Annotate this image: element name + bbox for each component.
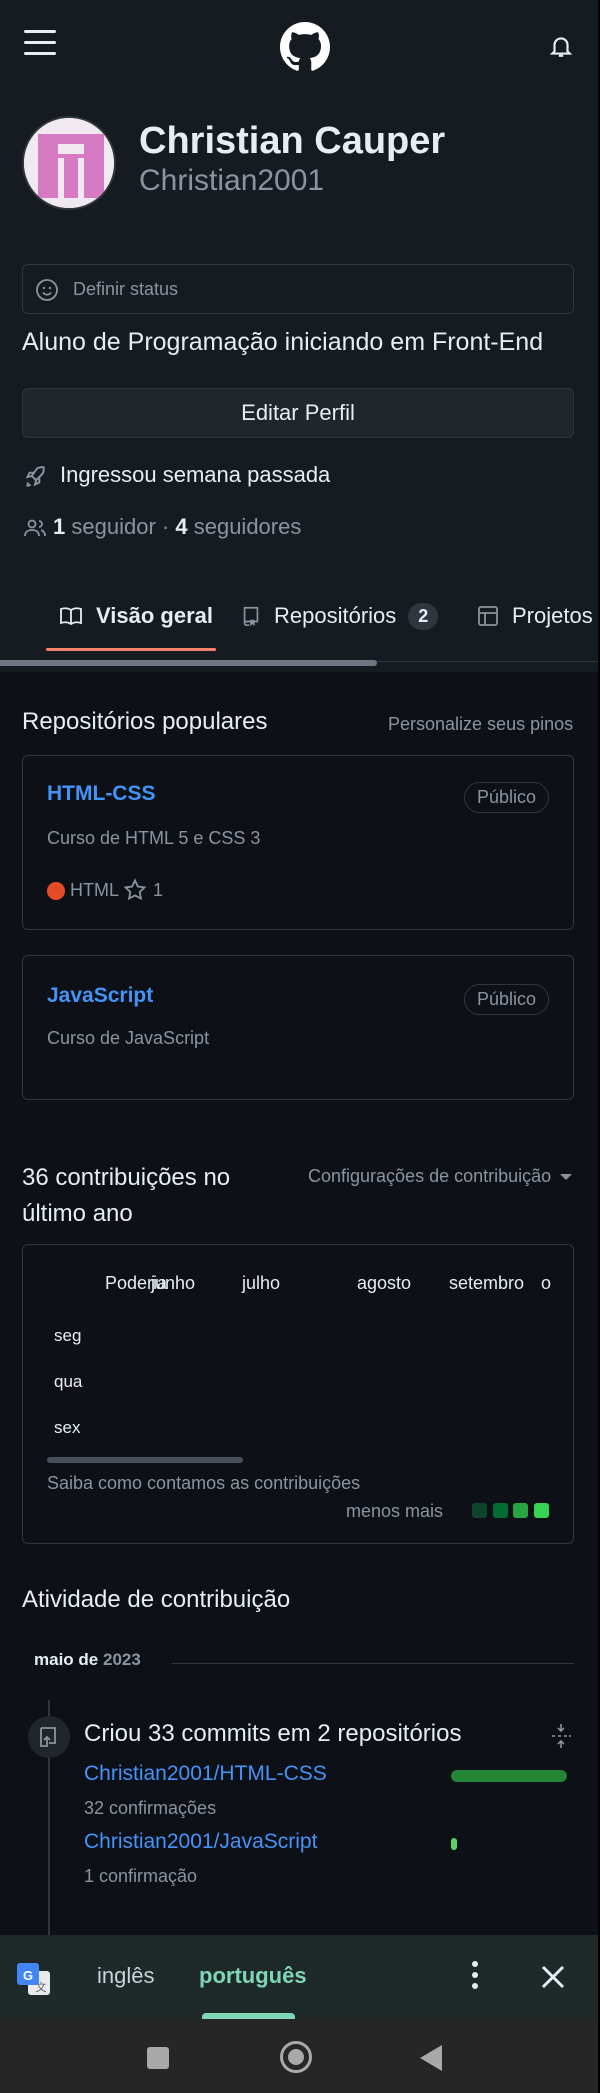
activity-commit-count: 32 confirmações xyxy=(84,1798,217,1818)
legend-square xyxy=(534,1503,549,1518)
customize-pins-link[interactable]: Personalize seus pinos xyxy=(388,714,573,735)
repo-push-icon xyxy=(28,1716,70,1758)
popular-repos-title: Repositórios populares xyxy=(22,708,268,735)
tab-overview[interactable]: Visão geral xyxy=(58,580,213,652)
repo-card-html-css: HTML-CSS Público Curso de HTML 5 e CSS 3… xyxy=(22,755,574,930)
separator: · xyxy=(161,514,170,539)
activity-title: Atividade de contribuição xyxy=(22,1586,291,1613)
tab-projects[interactable]: Projetos xyxy=(476,580,593,652)
table-icon xyxy=(478,606,498,626)
set-status-button[interactable]: Definir status xyxy=(22,264,574,314)
commit-share-bar xyxy=(451,1838,457,1850)
month-label: agosto xyxy=(357,1273,412,1293)
people-icon xyxy=(24,519,46,537)
contribution-calendar: Poderia junho julho agosto setembro o se… xyxy=(22,1244,574,1544)
commits-summary: Criou 33 commits em 2 repositórios xyxy=(84,1720,462,1747)
calendar-scrollbar[interactable] xyxy=(47,1457,243,1463)
activity-repo-link[interactable]: Christian2001/HTML-CSS xyxy=(84,1762,327,1786)
repo-name-link[interactable]: JavaScript xyxy=(47,984,153,1008)
month-label: junho xyxy=(151,1273,196,1293)
book-icon xyxy=(60,607,82,626)
repo-icon xyxy=(243,606,259,627)
active-tab-indicator xyxy=(46,648,216,651)
activity-repo-link[interactable]: Christian2001/JavaScript xyxy=(84,1830,317,1854)
month-label: o xyxy=(541,1273,552,1293)
month-name: maio de xyxy=(34,1650,99,1669)
repo-description: Curso de JavaScript xyxy=(47,1028,210,1048)
star-icon xyxy=(123,878,147,901)
commit-share-bar xyxy=(451,1770,567,1782)
month-label: setembro xyxy=(449,1273,525,1293)
recents-square-icon[interactable] xyxy=(147,2047,169,2069)
activity-commit-count: 1 confirmação xyxy=(84,1866,198,1886)
legend-square xyxy=(472,1503,487,1518)
top-header xyxy=(0,0,598,92)
profile-name: Christian Cauper xyxy=(139,120,446,162)
repo-language: HTML xyxy=(47,880,119,901)
repo-stars[interactable]: 1 xyxy=(123,878,163,902)
legend-label: menos mais xyxy=(346,1501,444,1521)
avatar[interactable] xyxy=(22,116,116,210)
github-profile-page: Christian Cauper Christian2001 Definir s… xyxy=(0,0,598,1935)
contributions-title: 36 contribuições no último ano xyxy=(22,1164,231,1227)
caret-down-icon xyxy=(560,1174,573,1181)
home-circle-icon[interactable] xyxy=(280,2041,312,2073)
joined-label: Ingressou semana passada xyxy=(60,462,331,487)
repositories-count-badge: 2 xyxy=(408,602,439,630)
visibility-badge: Público xyxy=(463,782,549,813)
more-vertical-icon[interactable] xyxy=(470,1961,480,1993)
identicon-icon xyxy=(24,118,114,208)
month-year: 2023 xyxy=(102,1650,141,1669)
rocket-icon xyxy=(25,466,45,487)
learn-contributions-link[interactable]: Saiba como contamos as contribuições xyxy=(47,1473,360,1494)
github-logo-icon[interactable] xyxy=(280,22,330,72)
following-count: 1 xyxy=(53,514,66,539)
repo-name-link[interactable]: HTML-CSS xyxy=(47,782,156,806)
activity-month-header: maio de 2023 xyxy=(34,1650,141,1670)
language-color-dot xyxy=(47,881,65,900)
repo-description: Curso de HTML 5 e CSS 3 xyxy=(47,828,261,848)
set-status-label: Definir status xyxy=(73,279,179,299)
day-label: sex xyxy=(54,1418,81,1437)
contribution-settings-dropdown[interactable]: Configurações de contribuição xyxy=(308,1166,573,1187)
legend-square xyxy=(513,1503,528,1518)
followers-count: 4 xyxy=(175,514,188,539)
legend-square xyxy=(493,1503,508,1518)
tab-repositories[interactable]: Repositórios 2 xyxy=(240,580,439,652)
divider xyxy=(172,1663,574,1664)
profile-login: Christian2001 xyxy=(139,164,325,197)
hamburger-icon[interactable] xyxy=(24,30,56,58)
repo-card-javascript: JavaScript Público Curso de JavaScript xyxy=(22,955,574,1100)
following-label: seguidor xyxy=(71,514,156,539)
back-triangle-icon[interactable] xyxy=(420,2045,442,2071)
language-label: HTML xyxy=(70,880,119,900)
month-label: julho xyxy=(242,1273,281,1293)
translate-bar: G 文 inglês português xyxy=(0,1935,598,2019)
profile-bio: Aluno de Programação iniciando em Front-… xyxy=(22,328,544,356)
bell-icon[interactable] xyxy=(548,32,574,60)
day-label: qua xyxy=(54,1372,83,1391)
target-language-tab[interactable]: português xyxy=(199,1963,307,1989)
day-label: seg xyxy=(54,1326,82,1345)
svg-text:G: G xyxy=(23,1968,33,1983)
tab-repositories-label: Repositórios xyxy=(274,603,397,628)
google-translate-icon[interactable]: G 文 xyxy=(16,1961,52,1997)
contribution-settings-label: Configurações de contribuição xyxy=(308,1166,552,1186)
system-navigation-bar xyxy=(0,2019,598,2093)
svg-text:文: 文 xyxy=(36,1980,47,1994)
followers-label: seguidores xyxy=(193,514,302,539)
source-language-tab[interactable]: inglês xyxy=(97,1963,154,1989)
page: Christian Cauper Christian2001 Definir s… xyxy=(0,0,600,2093)
tabs-scrollbar[interactable] xyxy=(0,660,377,666)
edit-profile-button[interactable]: Editar Perfil xyxy=(22,388,574,438)
visibility-badge: Público xyxy=(463,984,549,1015)
tab-projects-label: Projetos xyxy=(512,603,593,628)
close-icon[interactable] xyxy=(539,1963,567,1991)
tab-overview-label: Visão geral xyxy=(96,603,213,628)
stars-count: 1 xyxy=(153,879,164,900)
collapse-icon[interactable] xyxy=(550,1722,572,1750)
smiley-icon xyxy=(36,279,58,301)
